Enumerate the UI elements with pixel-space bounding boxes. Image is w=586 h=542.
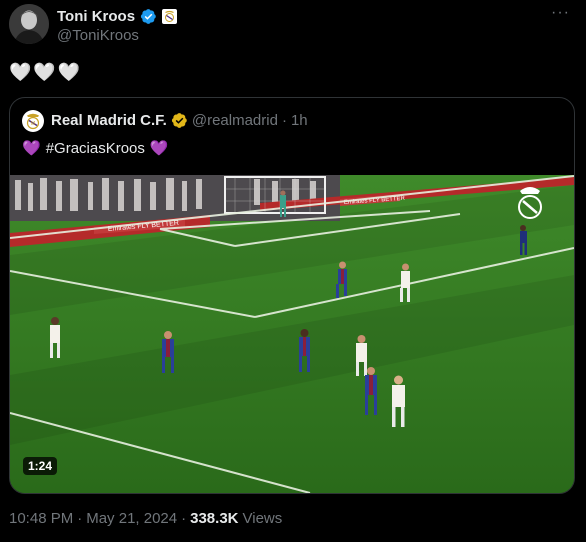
author-display-name[interactable]: Toni Kroos [57, 8, 135, 25]
quoted-text: 💜 #GraciasKroos 💜 [22, 139, 169, 158]
quoted-display-name[interactable]: Real Madrid C.F. [51, 112, 167, 129]
verified-gold-badge-icon[interactable] [171, 112, 188, 129]
video-duration-badge: 1:24 [23, 457, 58, 475]
meta-separator: · [77, 510, 83, 527]
more-options-icon[interactable]: ··· [551, 4, 570, 22]
views-label: Views [242, 510, 283, 527]
tweet-metadata: 10:48 PM · May 21, 2024 · 338.3K Views [9, 510, 282, 527]
real-madrid-crest-icon: M [26, 113, 40, 130]
tweet-date[interactable]: May 21, 2024 [86, 510, 177, 527]
quoted-separator: · [281, 112, 287, 129]
football-match-frame: Emirates FLY BETTER Emirates FLY BETTER [10, 175, 574, 493]
video-player[interactable]: Emirates FLY BETTER Emirates FLY BETTER [10, 175, 574, 493]
author-avatar[interactable] [9, 4, 49, 44]
purple-heart-emoji: 💜 [22, 140, 41, 157]
author-handle[interactable]: @ToniKroos [57, 27, 139, 44]
purple-heart-emoji: 💜 [149, 140, 169, 157]
svg-text:M: M [31, 121, 35, 127]
tweet-time[interactable]: 10:48 PM [9, 510, 73, 527]
meta-separator: · [181, 510, 187, 527]
quoted-timestamp[interactable]: 1h [291, 112, 308, 129]
views-count[interactable]: 338.3K [190, 510, 238, 527]
verified-badge-icon[interactable] [140, 8, 157, 25]
author-avatar-image [9, 4, 49, 44]
tweet-text: 🤍🤍🤍 [9, 62, 83, 82]
quoted-avatar[interactable]: M [22, 110, 44, 132]
quoted-handle[interactable]: @realmadrid [192, 112, 278, 129]
hashtag-link[interactable]: #GraciasKroos [46, 140, 145, 157]
real-madrid-crest-icon[interactable] [162, 8, 178, 24]
quoted-tweet[interactable]: M Real Madrid C.F. @realmadrid · 1h 💜 #G… [9, 97, 575, 494]
